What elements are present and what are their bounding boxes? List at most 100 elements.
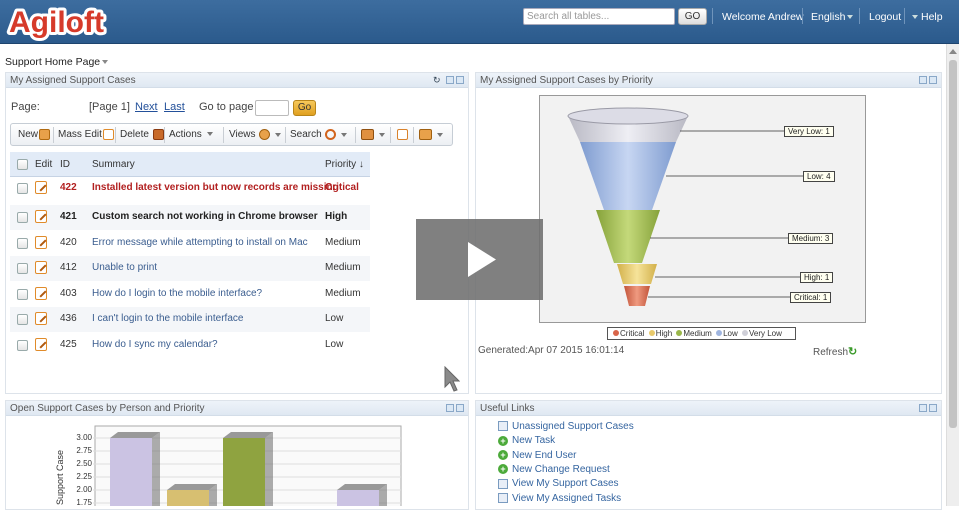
maximize-icon[interactable] <box>446 76 454 84</box>
row-summary-link[interactable]: How do I sync my calendar? <box>92 339 218 350</box>
useful-link[interactable]: + New Task <box>498 435 555 446</box>
minimize-icon[interactable] <box>456 404 464 412</box>
svg-text:Agiloft: Agiloft <box>9 6 104 39</box>
last-page-link[interactable]: Last <box>164 101 185 113</box>
global-search-go-button[interactable]: GO <box>678 8 707 25</box>
row-priority: High <box>325 211 348 222</box>
trash-icon <box>152 129 164 140</box>
help-menu[interactable]: Help <box>912 11 943 23</box>
edit-icon[interactable] <box>35 181 47 194</box>
row-checkbox[interactable] <box>17 314 28 325</box>
maximize-icon[interactable] <box>919 404 927 412</box>
table-row[interactable]: 422 Installed latest version but now reco… <box>10 176 370 201</box>
legend-swatch-high <box>648 330 655 337</box>
row-checkbox[interactable] <box>17 183 28 194</box>
document-icon <box>498 421 508 432</box>
minimize-icon[interactable] <box>929 404 937 412</box>
funnel-leader-lines <box>648 130 803 298</box>
column-priority[interactable]: Priority ↓ <box>325 159 364 170</box>
minimize-icon[interactable] <box>456 76 464 84</box>
row-summary-link[interactable]: Installed latest version but now records… <box>92 182 339 193</box>
table-row[interactable]: 412 Unable to print Medium <box>10 256 370 281</box>
panel-header: My Assigned Support Cases by Priority <box>476 73 941 88</box>
refresh-chart-link[interactable]: Refresh↻ <box>813 347 860 359</box>
scroll-thumb[interactable] <box>949 60 957 428</box>
row-summary-link[interactable]: Custom search not working in Chrome brow… <box>92 211 318 222</box>
search-menu[interactable]: Search <box>290 129 348 140</box>
bar-plot-area <box>93 425 402 506</box>
search-icon <box>325 129 337 140</box>
video-play-button[interactable] <box>416 219 543 300</box>
edit-icon[interactable] <box>35 312 47 325</box>
useful-link-label: View My Support Cases <box>512 478 619 490</box>
goto-page-input[interactable] <box>255 100 289 116</box>
logout-link[interactable]: Logout <box>869 11 901 23</box>
row-summary-link[interactable]: Unable to print <box>92 262 157 273</box>
email-menu[interactable] <box>360 129 385 140</box>
mass-edit-button[interactable]: Mass Edit <box>58 129 114 140</box>
row-checkbox[interactable] <box>17 289 28 300</box>
legend-swatch-very-low <box>741 330 748 337</box>
row-checkbox[interactable] <box>17 238 28 249</box>
column-id[interactable]: ID <box>60 159 70 170</box>
edit-icon[interactable] <box>35 261 47 274</box>
chevron-down-icon <box>378 132 385 137</box>
y-tick-label: 2.75 <box>76 446 92 455</box>
export-button[interactable] <box>396 129 408 140</box>
bar-segment <box>223 438 265 506</box>
table-row[interactable]: 403 How do I login to the mobile interfac… <box>10 282 370 307</box>
maximize-icon[interactable] <box>446 404 454 412</box>
next-page-link[interactable]: Next <box>135 101 158 113</box>
row-id: 436 <box>60 313 77 324</box>
goto-page-button[interactable]: Go <box>293 100 316 116</box>
minimize-icon[interactable] <box>929 76 937 84</box>
row-id: 403 <box>60 288 77 299</box>
row-summary-link[interactable]: How do I login to the mobile interface? <box>92 288 262 299</box>
separator <box>904 8 905 24</box>
useful-link[interactable]: Unassigned Support Cases <box>498 421 634 432</box>
delete-button[interactable]: Delete <box>120 129 164 140</box>
scroll-up-arrow-icon[interactable] <box>949 49 957 54</box>
refresh-icon[interactable]: ↻ <box>433 76 441 85</box>
funnel-segment-medium-wide <box>596 210 660 263</box>
funnel-label-medium: Medium: 3 <box>788 233 834 244</box>
useful-link-label: New Change Request <box>512 463 610 475</box>
maximize-icon[interactable] <box>919 76 927 84</box>
separator <box>223 127 224 143</box>
row-priority: Medium <box>325 237 361 248</box>
new-button[interactable]: New <box>18 129 51 140</box>
table-row[interactable]: 436 I can't login to the mobile interface… <box>10 307 370 332</box>
table-row[interactable]: 420 Error message while attempting to ins… <box>10 231 370 256</box>
funnel-segment-low <box>580 142 676 210</box>
print-menu[interactable] <box>418 129 443 140</box>
panel-title: My Assigned Support Cases by Priority <box>480 75 653 86</box>
useful-link[interactable]: View My Support Cases <box>498 478 619 489</box>
edit-icon[interactable] <box>35 210 47 223</box>
row-summary-link[interactable]: I can't login to the mobile interface <box>92 313 243 324</box>
language-menu[interactable]: English <box>811 11 854 23</box>
column-summary[interactable]: Summary <box>92 159 135 170</box>
views-menu[interactable]: Views <box>229 129 282 140</box>
row-summary-link[interactable]: Error message while attempting to instal… <box>92 237 308 248</box>
edit-icon[interactable] <box>35 338 47 351</box>
global-search-input[interactable]: Search all tables... <box>523 8 675 25</box>
useful-link[interactable]: + New End User <box>498 450 576 461</box>
column-edit[interactable]: Edit <box>35 159 52 170</box>
edit-icon[interactable] <box>35 236 47 249</box>
actions-menu[interactable]: Actions <box>169 129 213 140</box>
table-header: Edit ID Summary Priority ↓ <box>10 152 370 177</box>
pager-label: Page: <box>11 101 40 113</box>
useful-link[interactable]: + New Change Request <box>498 464 610 475</box>
table-row[interactable]: 421 Custom search not working in Chrome b… <box>10 205 370 230</box>
row-checkbox[interactable] <box>17 263 28 274</box>
row-checkbox[interactable] <box>17 340 28 351</box>
page-scrollbar[interactable] <box>946 44 959 506</box>
useful-link[interactable]: View My Assigned Tasks <box>498 493 621 504</box>
goto-page-label: Go to page <box>199 101 254 113</box>
edit-icon[interactable] <box>35 287 47 300</box>
select-all-checkbox[interactable] <box>17 159 28 170</box>
agiloft-logo[interactable]: Agiloft Agiloft <box>6 1 121 41</box>
table-row[interactable]: 425 How do I sync my calendar? Low <box>10 333 370 358</box>
page-title-menu[interactable]: Support Home Page <box>5 56 109 68</box>
row-checkbox[interactable] <box>17 212 28 223</box>
